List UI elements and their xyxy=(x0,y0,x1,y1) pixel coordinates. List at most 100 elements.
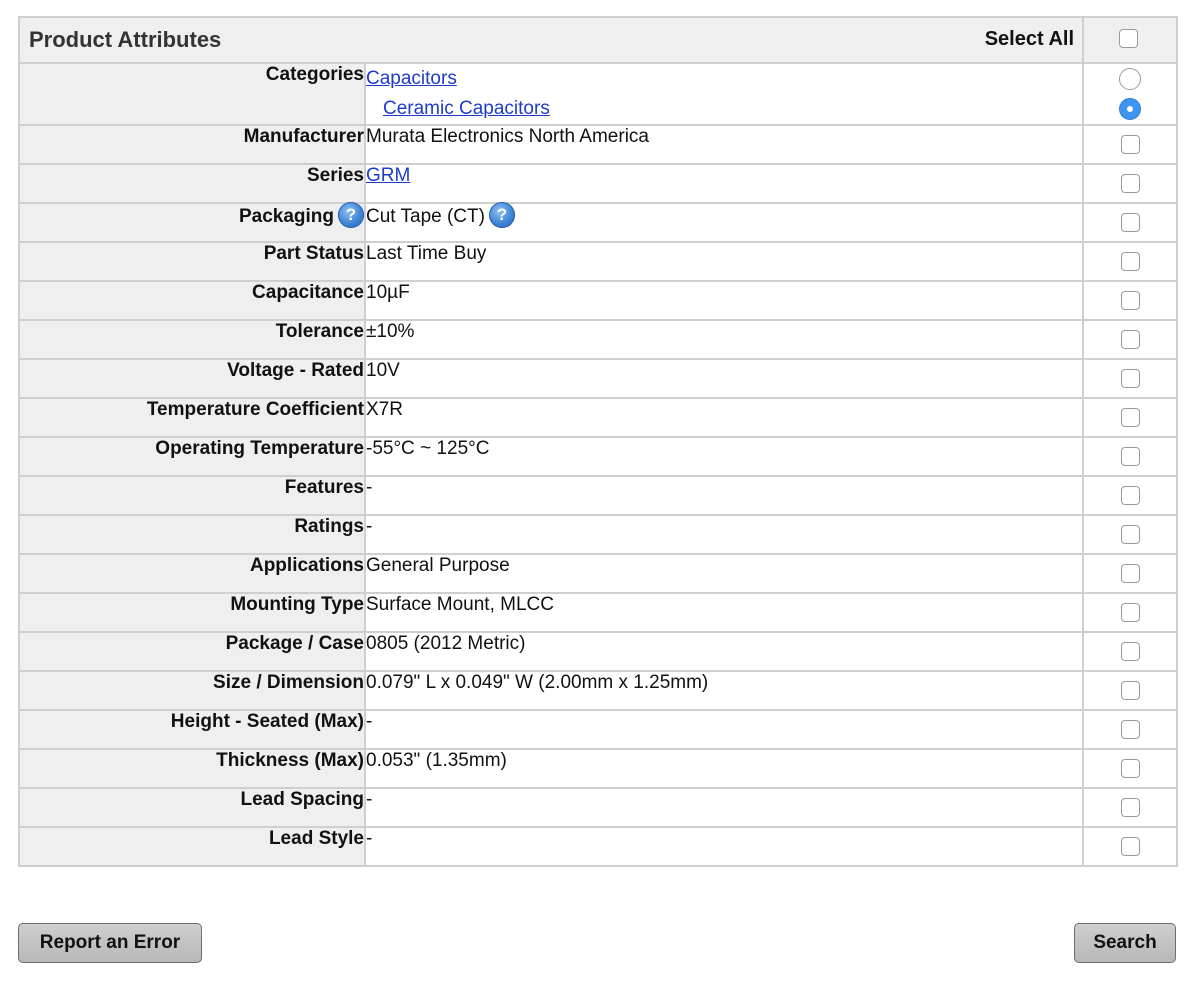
question-help-icon[interactable]: ? xyxy=(488,202,515,228)
table-row: Tolerance ±10% xyxy=(18,319,1179,360)
attribute-label: Height - Seated (Max) xyxy=(18,709,366,750)
attribute-value-text: 0805 (2012 Metric) xyxy=(366,633,526,654)
attribute-checkbox[interactable] xyxy=(1120,564,1140,583)
attribute-checkbox[interactable] xyxy=(1120,642,1140,661)
attribute-label: Series xyxy=(18,163,366,204)
attribute-value: - xyxy=(363,826,1085,867)
attribute-value-text: General Purpose xyxy=(366,555,510,576)
attribute-value-text: - xyxy=(366,828,373,849)
attribute-checkbox[interactable] xyxy=(1120,720,1140,739)
attribute-checkbox-cell xyxy=(1082,748,1179,789)
attribute-checkbox[interactable] xyxy=(1120,135,1140,154)
attribute-value: - xyxy=(363,709,1085,750)
attribute-value: Surface Mount, MLCC xyxy=(363,592,1085,633)
attribute-label-text: Capacitance xyxy=(252,282,364,303)
attribute-value-text: 0.053" (1.35mm) xyxy=(366,750,507,771)
report-error-button[interactable]: Report an Error xyxy=(18,923,202,963)
attribute-checkbox[interactable] xyxy=(1120,759,1140,778)
attribute-checkbox-cell xyxy=(1082,163,1179,204)
category-radio-cell xyxy=(1082,62,1179,126)
attribute-checkbox[interactable] xyxy=(1120,291,1140,310)
attribute-checkbox-cell xyxy=(1082,319,1179,360)
table-row: Applications General Purpose xyxy=(18,553,1179,594)
attribute-value-text: -55°C ~ 125°C xyxy=(366,438,490,459)
attribute-value: Murata Electronics North America xyxy=(363,124,1085,165)
attribute-checkbox-cell xyxy=(1082,709,1179,750)
attribute-checkbox-cell xyxy=(1082,631,1179,672)
attribute-checkbox[interactable] xyxy=(1120,408,1140,427)
attribute-label: Voltage - Rated xyxy=(18,358,366,399)
attribute-checkbox[interactable] xyxy=(1120,213,1140,232)
table-row: Features - xyxy=(18,475,1179,516)
attribute-value-text: - xyxy=(366,711,373,732)
attribute-label-text: Applications xyxy=(249,555,364,576)
table-row: Size / Dimension 0.079" L x 0.049" W (2.0… xyxy=(18,670,1179,711)
attribute-label-text: Thickness (Max) xyxy=(216,750,364,771)
attribute-value-text: ±10% xyxy=(366,321,415,342)
category-radio-capacitors[interactable] xyxy=(1119,68,1142,90)
attribute-label: Ratings xyxy=(18,514,366,555)
category-link-capacitors[interactable]: Capacitors xyxy=(366,68,1082,90)
attribute-checkbox-cell xyxy=(1082,358,1179,399)
attribute-value: 0.053" (1.35mm) xyxy=(363,748,1085,789)
attribute-checkbox[interactable] xyxy=(1120,174,1140,193)
attribute-label: Mounting Type xyxy=(18,592,366,633)
product-attributes-panel: Product Attributes Categories Capacitors… xyxy=(17,16,1179,867)
attribute-checkbox-cell xyxy=(1082,592,1179,633)
attribute-value: - xyxy=(363,514,1085,555)
attribute-value-text: Murata Electronics North America xyxy=(366,126,649,147)
attribute-checkbox[interactable] xyxy=(1120,603,1140,622)
attribute-value-text: - xyxy=(366,516,373,537)
attribute-checkbox[interactable] xyxy=(1120,330,1140,349)
table-row: Lead Spacing - xyxy=(18,787,1179,828)
category-link-ceramic-capacitors[interactable]: Ceramic Capacitors xyxy=(383,98,1082,120)
attribute-checkbox-cell xyxy=(1082,514,1179,555)
table-row: Packaging? Cut Tape (CT)? xyxy=(18,202,1179,243)
attribute-checkbox[interactable] xyxy=(1120,525,1140,544)
attribute-checkbox[interactable] xyxy=(1120,837,1140,856)
attribute-value-text: - xyxy=(366,477,373,498)
attribute-value: 0.079" L x 0.049" W (2.00mm x 1.25mm) xyxy=(363,670,1085,711)
attribute-value-text: 10µF xyxy=(366,282,410,303)
search-button[interactable]: Search xyxy=(1074,923,1176,963)
attribute-value: General Purpose xyxy=(363,553,1085,594)
table-row: Lead Style - xyxy=(18,826,1179,867)
table-row: Height - Seated (Max) - xyxy=(18,709,1179,750)
attribute-label-text: Mounting Type xyxy=(230,594,364,615)
attribute-value: 10V xyxy=(363,358,1085,399)
attribute-value: X7R xyxy=(363,397,1085,438)
table-row: Operating Temperature -55°C ~ 125°C xyxy=(18,436,1179,477)
attribute-value-link[interactable]: GRM xyxy=(366,165,410,186)
attribute-checkbox[interactable] xyxy=(1120,447,1140,466)
attribute-label-text: Size / Dimension xyxy=(213,672,364,693)
category-radio-ceramic-capacitors[interactable] xyxy=(1119,98,1142,120)
attribute-label: Lead Spacing xyxy=(18,787,366,828)
attribute-value-text: Cut Tape (CT) xyxy=(366,206,485,228)
attribute-value: ±10% xyxy=(363,319,1085,360)
attribute-value-text: X7R xyxy=(366,399,403,420)
table-row: Part Status Last Time Buy xyxy=(18,241,1179,282)
attribute-checkbox[interactable] xyxy=(1120,798,1140,817)
attribute-checkbox-cell xyxy=(1082,475,1179,516)
attribute-checkbox[interactable] xyxy=(1120,369,1140,388)
attribute-label-text: Series xyxy=(306,165,364,186)
table-row: Ratings - xyxy=(18,514,1179,555)
product-attributes-table: Product Attributes Categories Capacitors… xyxy=(17,16,1179,867)
attribute-checkbox[interactable] xyxy=(1120,252,1140,271)
attribute-label-text: Temperature Coefficient xyxy=(146,399,364,420)
attribute-label: Temperature Coefficient xyxy=(18,397,366,438)
attribute-checkbox[interactable] xyxy=(1120,681,1140,700)
attribute-value: Cut Tape (CT)? xyxy=(363,202,1085,243)
attribute-label: Capacitance xyxy=(18,280,366,321)
table-row-categories: Categories Capacitors Ceramic Capacitors xyxy=(18,62,1179,126)
attribute-checkbox[interactable] xyxy=(1120,486,1140,505)
attribute-label-text: Operating Temperature xyxy=(155,438,364,459)
attribute-label: Part Status xyxy=(18,241,366,282)
attribute-label: Features xyxy=(18,475,366,516)
attribute-value-categories: Capacitors Ceramic Capacitors xyxy=(363,62,1085,126)
select-all-checkbox[interactable] xyxy=(1119,29,1138,48)
attribute-checkbox-cell xyxy=(1082,241,1179,282)
question-help-icon[interactable]: ? xyxy=(338,202,364,228)
attribute-label-text: Lead Spacing xyxy=(240,789,364,810)
attribute-checkbox-cell xyxy=(1082,553,1179,594)
